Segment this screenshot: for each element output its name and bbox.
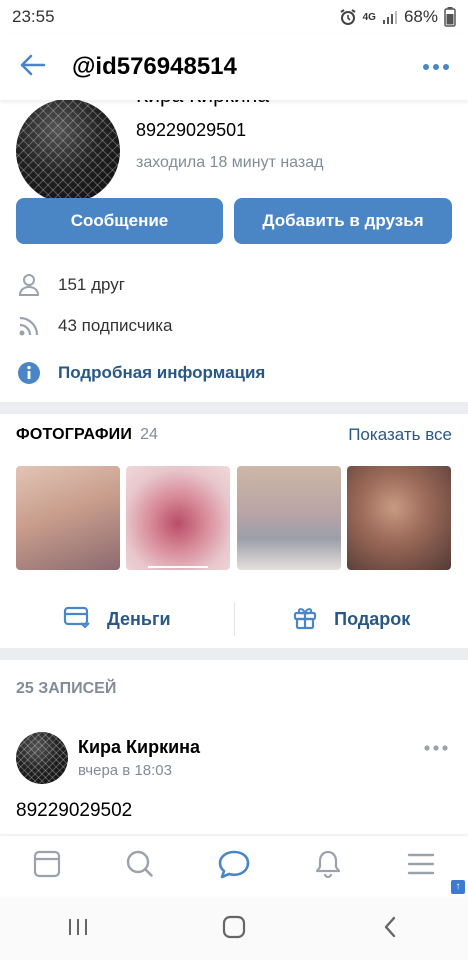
battery-level: 68% bbox=[403, 7, 438, 26]
post-text: 89229029502 bbox=[16, 800, 133, 821]
battery-icon bbox=[444, 7, 456, 27]
recent-apps-button[interactable] bbox=[48, 905, 108, 953]
signal-icon bbox=[382, 9, 398, 25]
gift-button[interactable]: Подарок bbox=[235, 604, 468, 635]
back-button[interactable] bbox=[360, 905, 420, 953]
message-button[interactable]: Сообщение bbox=[16, 198, 223, 244]
gift-label: Подарок bbox=[334, 608, 411, 629]
post-author[interactable]: Кира Киркина bbox=[78, 737, 200, 758]
status-icons: 4G 68% bbox=[339, 7, 456, 27]
photos-header: ФОТОГРАФИИ 24 Показать все bbox=[16, 425, 452, 445]
tab-search[interactable] bbox=[116, 842, 164, 890]
details-row[interactable]: Подробная информация bbox=[16, 360, 265, 386]
status-time: 23:55 bbox=[12, 7, 55, 26]
section-divider bbox=[0, 402, 468, 414]
home-button[interactable] bbox=[204, 905, 264, 953]
profile-phone: 89229029501 bbox=[136, 120, 247, 140]
app-header: @id576948514 bbox=[0, 34, 468, 100]
subscribers-count: 43 подписчика bbox=[58, 316, 173, 335]
money-button[interactable]: Деньги bbox=[0, 605, 234, 634]
back-arrow-icon[interactable] bbox=[18, 53, 46, 82]
message-bubble-icon bbox=[217, 849, 251, 884]
network-type: 4G bbox=[362, 11, 376, 23]
section-divider bbox=[0, 648, 468, 660]
tab-menu[interactable] bbox=[397, 842, 445, 890]
info-icon bbox=[16, 360, 42, 386]
photo-thumbnail[interactable] bbox=[237, 466, 341, 570]
add-friend-button[interactable]: Добавить в друзья bbox=[234, 198, 452, 244]
tab-news[interactable] bbox=[23, 842, 71, 890]
person-icon bbox=[16, 272, 42, 298]
hamburger-icon bbox=[407, 852, 435, 881]
avatar[interactable] bbox=[16, 99, 120, 203]
details-link[interactable]: Подробная информация bbox=[58, 363, 265, 383]
photos-count: 24 bbox=[140, 426, 158, 443]
tab-notifications[interactable] bbox=[304, 842, 352, 890]
more-icon[interactable] bbox=[422, 58, 450, 76]
records-title: 25 ЗАПИСЕЙ bbox=[16, 680, 117, 697]
upload-badge-icon: ↑ bbox=[451, 880, 465, 894]
last-seen: заходила 18 минут назад bbox=[136, 154, 324, 171]
post-time: вчера в 18:03 bbox=[78, 762, 172, 779]
photo-thumbnail[interactable] bbox=[16, 466, 120, 570]
actions-bar: Деньги Подарок bbox=[0, 596, 468, 642]
bell-icon bbox=[313, 849, 343, 884]
show-all-link[interactable]: Показать все bbox=[348, 425, 452, 445]
status-bar: 23:55 4G 68% bbox=[0, 0, 468, 34]
subscribers-row[interactable]: 43 подписчика bbox=[16, 313, 172, 339]
post-more-icon[interactable] bbox=[424, 739, 448, 757]
back-chevron-icon bbox=[382, 915, 398, 944]
newsfeed-icon bbox=[32, 849, 62, 884]
photos-title: ФОТОГРАФИИ bbox=[16, 426, 133, 443]
money-label: Деньги bbox=[106, 608, 171, 629]
page-title: @id576948514 bbox=[72, 53, 237, 80]
system-nav-bar bbox=[0, 898, 468, 960]
post-avatar[interactable] bbox=[16, 732, 68, 784]
gift-icon bbox=[292, 604, 334, 635]
card-icon bbox=[63, 605, 107, 634]
bottom-tab-bar bbox=[0, 836, 468, 896]
photo-thumbnail[interactable] bbox=[347, 466, 451, 570]
home-icon bbox=[222, 915, 246, 944]
recent-apps-icon bbox=[67, 917, 89, 942]
tab-messages[interactable] bbox=[210, 842, 258, 890]
search-icon bbox=[125, 849, 155, 884]
rss-icon bbox=[16, 313, 42, 339]
alarm-icon bbox=[339, 8, 357, 26]
friends-count: 151 друг bbox=[58, 275, 125, 294]
friends-row[interactable]: 151 друг bbox=[16, 272, 125, 298]
photo-thumbnail[interactable] bbox=[126, 466, 230, 570]
